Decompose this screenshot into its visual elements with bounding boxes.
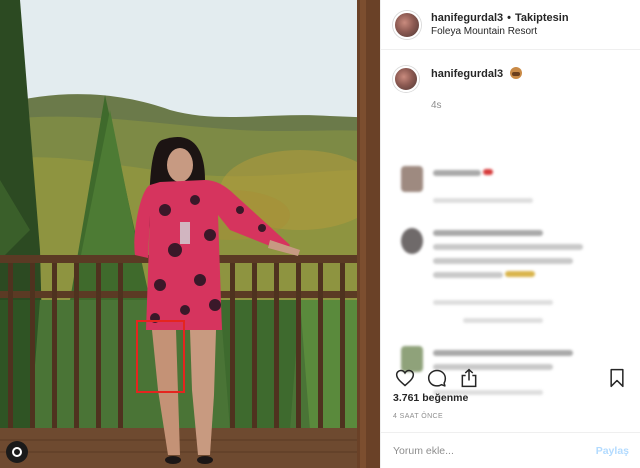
save-button[interactable]	[605, 366, 629, 390]
tagged-people-icon[interactable]	[6, 441, 28, 463]
like-button[interactable]	[393, 366, 417, 390]
highlight-annotation-box	[136, 320, 185, 393]
see-no-evil-monkey-icon	[510, 67, 523, 79]
post-comment-button[interactable]: Paylaş	[596, 445, 629, 457]
comment-button[interactable]	[425, 366, 449, 390]
header-text: hanifegurdal3 • Takiptesin Foleya Mounta…	[431, 11, 569, 39]
comment-input[interactable]	[393, 444, 596, 457]
blurred-meta	[463, 318, 543, 323]
share-icon	[461, 368, 477, 388]
blurred-avatar	[401, 228, 423, 254]
blurred-avatar	[401, 166, 423, 192]
heart-icon	[395, 369, 415, 387]
comment-icon	[427, 369, 447, 387]
post-side-panel: hanifegurdal3 • Takiptesin Foleya Mounta…	[380, 0, 640, 468]
caption-avatar[interactable]	[393, 66, 419, 92]
caption-text: hanifegurdal3	[431, 66, 523, 82]
blurred-text	[433, 272, 503, 278]
caption: hanifegurdal3	[393, 66, 628, 92]
blurred-emoji	[505, 271, 535, 277]
blurred-meta	[433, 300, 553, 305]
comments-section[interactable]: hanifegurdal3 4s	[381, 50, 640, 395]
avatar[interactable]	[393, 10, 421, 39]
share-button[interactable]	[457, 366, 481, 390]
photo-scene	[0, 0, 380, 468]
post-header: hanifegurdal3 • Takiptesin Foleya Mounta…	[381, 0, 640, 50]
bookmark-icon	[610, 368, 624, 388]
post-photo[interactable]	[0, 0, 380, 468]
caption-username[interactable]: hanifegurdal3	[431, 68, 503, 80]
like-count[interactable]: 3.761 beğenme	[393, 392, 468, 404]
location-link[interactable]: Foleya Mountain Resort	[431, 25, 569, 39]
blurred-text	[433, 244, 583, 250]
blurred-text	[433, 170, 481, 176]
header-row: hanifegurdal3 • Takiptesin	[431, 11, 569, 25]
blurred-meta	[433, 198, 533, 203]
separator-dot: •	[507, 11, 511, 24]
following-button[interactable]: Takiptesin	[515, 11, 569, 25]
comment-form: Paylaş	[381, 432, 640, 468]
post-timestamp[interactable]: 4 SAAT ÖNCE	[393, 413, 443, 420]
blurred-text	[433, 230, 543, 236]
username-link[interactable]: hanifegurdal3	[431, 11, 503, 25]
blurred-text	[433, 258, 573, 264]
blurred-emoji	[483, 169, 493, 175]
blurred-text	[433, 350, 573, 356]
caption-time: 4s	[431, 100, 442, 111]
